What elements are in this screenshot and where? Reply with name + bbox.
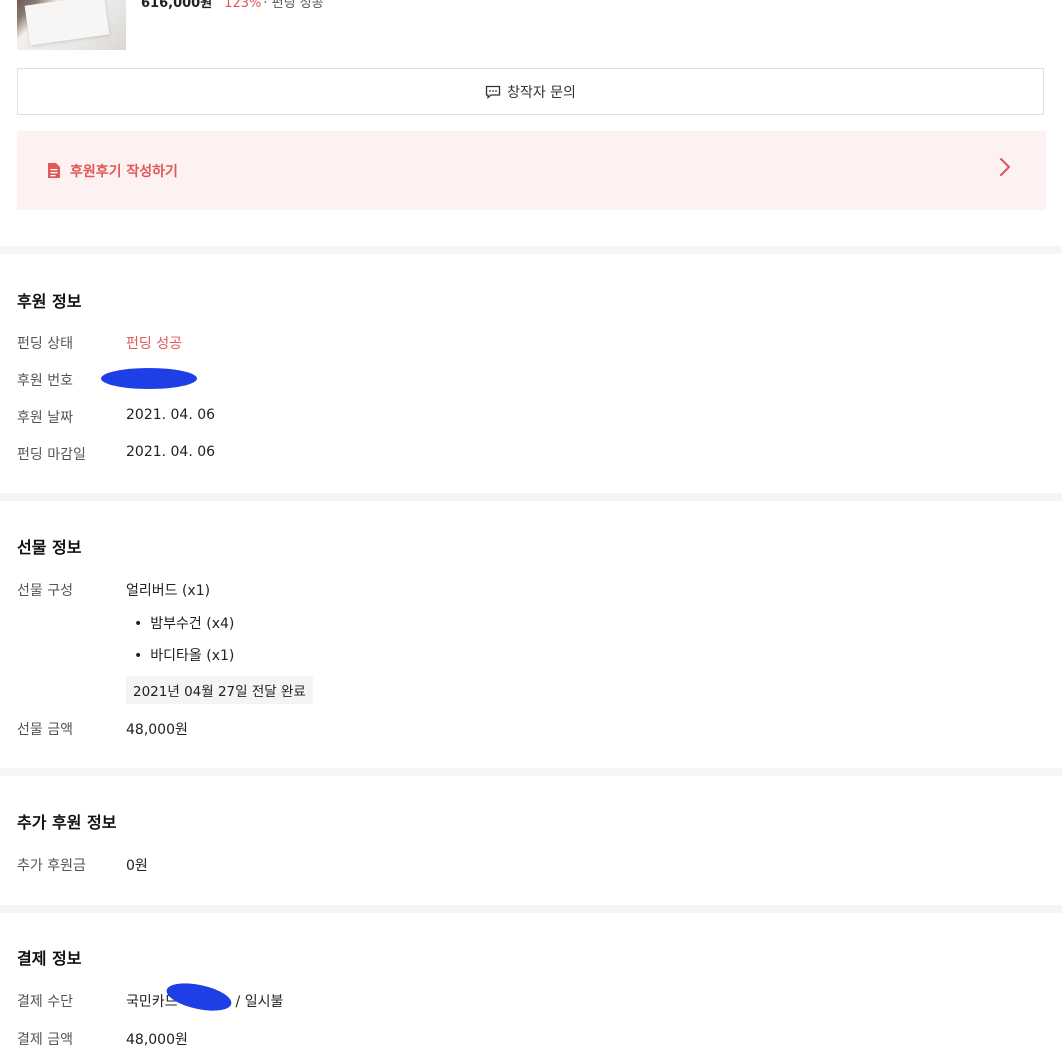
gift-item: 밤부수건 (x4) xyxy=(134,613,234,633)
funding-deadline-value: 2021. 04. 06 xyxy=(126,444,216,460)
funding-status-label: 펀딩 상태 xyxy=(17,336,73,352)
gift-composition-value: 얼리버드 (x1) xyxy=(126,583,211,599)
section-divider xyxy=(0,768,1062,776)
sponsor-date-label: 후원 날짜 xyxy=(17,410,73,426)
creator-inquiry-label: 창작자 문의 xyxy=(507,84,576,101)
gift-amount-label: 선물 금액 xyxy=(17,722,73,738)
sponsor-number-label: 후원 번호 xyxy=(17,373,73,389)
redaction-mark xyxy=(101,368,197,389)
write-review-banner[interactable]: 후원후기 작성하기 xyxy=(17,131,1046,210)
sponsor-info-title: 후원 정보 xyxy=(17,292,82,311)
gift-composition-label: 선물 구성 xyxy=(17,583,73,599)
funding-deadline-label: 펀딩 마감일 xyxy=(17,447,86,463)
section-divider xyxy=(0,246,1062,254)
project-thumbnail[interactable] xyxy=(17,0,126,50)
gift-info-title: 선물 정보 xyxy=(17,538,82,557)
creator-inquiry-button[interactable]: 창작자 문의 xyxy=(17,68,1044,115)
project-rate: 123% xyxy=(224,0,262,11)
project-status: · 펀딩 성공 xyxy=(263,0,324,11)
write-review-label: 후원후기 작성하기 xyxy=(70,163,178,180)
project-summary: 616,000원 123% · 펀딩 성공 xyxy=(141,0,324,11)
additional-amount-label: 추가 후원금 xyxy=(17,858,86,874)
delivery-status-badge: 2021년 04월 27일 전달 완료 xyxy=(126,676,313,704)
section-divider xyxy=(0,493,1062,501)
sponsor-date-value: 2021. 04. 06 xyxy=(126,407,216,423)
additional-info-title: 추가 후원 정보 xyxy=(17,813,117,832)
section-divider xyxy=(0,905,1062,913)
document-icon xyxy=(47,162,61,179)
funding-status-value: 펀딩 성공 xyxy=(126,336,182,352)
payment-info-title: 결제 정보 xyxy=(17,949,82,968)
message-icon xyxy=(485,85,501,99)
payment-amount-label: 결제 금액 xyxy=(17,1032,73,1048)
project-amount: 616,000원 xyxy=(141,0,213,11)
payment-installment: / 일시불 xyxy=(235,994,284,1010)
gift-item: 바디타올 (x1) xyxy=(134,645,234,665)
payment-amount-value: 48,000원 xyxy=(126,1032,188,1048)
payment-method-label: 결제 수단 xyxy=(17,994,73,1010)
gift-amount-value: 48,000원 xyxy=(126,722,188,738)
chevron-right-icon xyxy=(998,155,1012,179)
additional-amount-value: 0원 xyxy=(126,858,148,874)
